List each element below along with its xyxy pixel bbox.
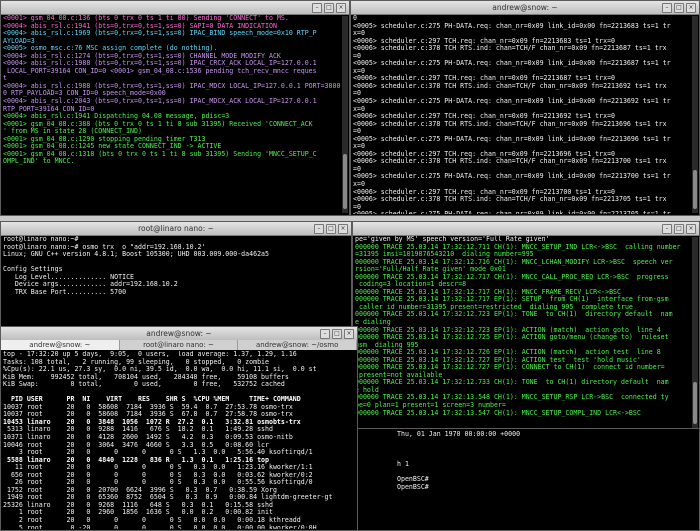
- close-icon[interactable]: ×: [336, 3, 346, 13]
- minimize-icon[interactable]: –: [320, 329, 330, 339]
- terminal-line: 000000 TRACE 25.03.14 17:32:12.733 CH(1)…: [355, 378, 669, 387]
- close-icon[interactable]: ×: [344, 329, 354, 339]
- terminal-line: 000000 TRACE 25.03.14 17:32:13.547 CH(1)…: [355, 408, 641, 417]
- tab-andrew-osmo[interactable]: andrew@snow: ~/osmo: [238, 340, 357, 350]
- terminal-line: <0005> scheduler.c:275 PH-DATA.req: chan…: [353, 21, 671, 30]
- terminal-output[interactable]: 0 <0005> scheduler.c:275 PH-DATA.req: cha…: [353, 15, 690, 214]
- terminal-top[interactable]: andrew@snow: ~ – □ × andrew@snow: ~ root…: [0, 326, 358, 531]
- terminal-line: KiB Swap: 0 total, 0 used, 0 free, 53275…: [3, 380, 285, 389]
- minimize-icon[interactable]: –: [662, 3, 672, 13]
- terminal-output[interactable]: top - 17:32:20 up 5 days, 9:05, 0 users,…: [3, 351, 348, 529]
- close-icon[interactable]: ×: [338, 224, 348, 234]
- terminal-lcr-trace[interactable]: – □ × pe='given by MS' speech version='F…: [352, 221, 700, 431]
- terminal-output[interactable]: root@linaro nano:~# root@linaro nano:~# o…: [3, 236, 342, 329]
- terminal-line: Linux; GNU C++ version 4.8.1; Boost 1053…: [3, 250, 269, 259]
- terminal-line: LOCAL_PORT=39164 CON_ID=0 <0001> gsm_04_…: [3, 66, 317, 75]
- title-bar[interactable]: – □ ×: [1, 1, 349, 15]
- terminal-line: <0005> scheduler.c:275 PH-DATA.req: chan…: [353, 59, 671, 68]
- terminal-openbsc-vty[interactable]: Thu, 01 Jan 1970 00:00:00 +0000 h 1 Open…: [352, 428, 700, 531]
- terminal-line: <0006> scheduler.c:378 TCH RTS.ind: chan…: [353, 81, 667, 90]
- minimize-icon[interactable]: –: [662, 224, 672, 234]
- terminal-scheduler-log[interactable]: andrew@snow: ~ – □ × 0 <0005> scheduler.c…: [350, 0, 700, 216]
- terminal-line: OpenBSC#: [397, 482, 433, 491]
- terminal-line: <0005> scheduler.c:275 PH-DATA.req: chan…: [353, 97, 671, 106]
- title-bar[interactable]: root@linaro nano: ~ – □ ×: [1, 222, 351, 236]
- terminal-line: <0006> scheduler.c:378 TCH RTS.ind: chan…: [353, 195, 667, 204]
- tab-andrew-snow[interactable]: andrew@snow: ~: [1, 340, 120, 350]
- close-icon[interactable]: ×: [686, 3, 696, 13]
- terminal-line: <0004> abis_rsl.c:1969 (bts=0,trx=0,ts=1…: [3, 29, 317, 38]
- minimize-icon[interactable]: –: [314, 224, 324, 234]
- tab-root-linaro[interactable]: root@linaro nano: ~: [120, 340, 239, 350]
- window-title: andrew@snow: ~: [146, 329, 212, 338]
- maximize-icon[interactable]: □: [324, 3, 334, 13]
- terminal-line: <0005> scheduler.c:275 PH-DATA.req: chan…: [353, 134, 671, 143]
- minimize-icon[interactable]: –: [312, 3, 322, 13]
- window-title: andrew@snow: ~: [492, 3, 558, 12]
- terminal-line: <0005> scheduler.c:275 PH-DATA.req: chan…: [353, 211, 690, 214]
- terminal-line: OpenBSC#: [397, 475, 429, 484]
- terminal-output[interactable]: Thu, 01 Jan 1970 00:00:00 +0000 h 1 Open…: [397, 431, 690, 529]
- scrollbar[interactable]: [692, 16, 698, 213]
- maximize-icon[interactable]: □: [326, 224, 336, 234]
- terminal-line: OMPL_IND' to MNCC.: [3, 157, 75, 166]
- terminal-line: h 1: [397, 460, 409, 469]
- maximize-icon[interactable]: □: [674, 224, 684, 234]
- terminal-line: 000000 TRACE 25.03.14 17:32:12.723 EP(1)…: [355, 310, 673, 319]
- title-bar[interactable]: – □ ×: [353, 222, 699, 236]
- terminal-line: <0006> scheduler.c:378 TCH RTS.ind: chan…: [353, 119, 667, 128]
- title-bar[interactable]: andrew@snow: ~ – □ ×: [1, 327, 357, 341]
- terminal-output[interactable]: pe='given by MS' speech version='Full Ra…: [355, 236, 690, 429]
- tab-bar: andrew@snow: ~ root@linaro nano: ~ andre…: [1, 340, 357, 350]
- terminal-line: 5 root 0 -20 0 0 0 S 0.0 0.0 0:00.00 kwo…: [3, 523, 317, 529]
- maximize-icon[interactable]: □: [332, 329, 342, 339]
- title-bar[interactable]: andrew@snow: ~ – □ ×: [351, 1, 699, 15]
- terminal-line: <0006> scheduler.c:378 TCH RTS.ind: chan…: [353, 44, 667, 53]
- maximize-icon[interactable]: □: [674, 3, 684, 13]
- terminal-line: Thu, 01 Jan 1970 00:00:00 +0000: [397, 431, 521, 438]
- window-title: root@linaro nano: ~: [138, 224, 214, 233]
- close-icon[interactable]: ×: [686, 224, 696, 234]
- terminal-output[interactable]: <0001> gsm_04_08.c:136 (bts 0 trx 0 ts 1…: [3, 15, 340, 214]
- terminal-osmo-trx[interactable]: root@linaro nano: ~ – □ × root@linaro na…: [0, 221, 352, 331]
- terminal-line: <0006> scheduler.c:378 TCH RTS.ind: chan…: [353, 157, 667, 166]
- terminal-line: TRX Base Port.......... 5700: [3, 287, 127, 296]
- terminal-line: <0005> scheduler.c:275 PH-DATA.req: chan…: [353, 172, 671, 181]
- terminal-nitb-log[interactable]: – □ × <0001> gsm_04_08.c:136 (bts 0 trx …: [0, 0, 350, 216]
- scrollbar[interactable]: [342, 16, 348, 213]
- scrollbar[interactable]: [692, 237, 698, 428]
